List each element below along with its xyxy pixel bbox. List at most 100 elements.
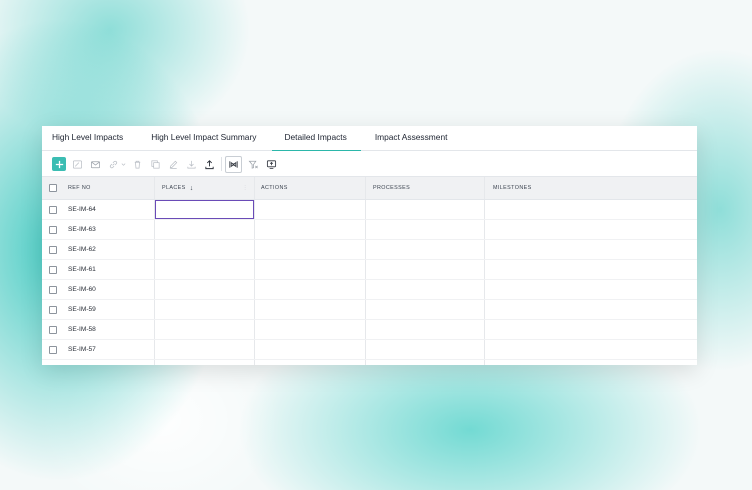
cell-processes[interactable] <box>365 300 484 319</box>
table-row[interactable]: SE-IM-57 <box>42 340 697 360</box>
chevron-down-icon <box>121 162 125 166</box>
cell-processes[interactable] <box>365 320 484 339</box>
row-checkbox[interactable] <box>49 225 57 234</box>
table-row[interactable]: SE-IM-56 <box>42 360 697 365</box>
cell-processes[interactable] <box>365 340 484 359</box>
table-row[interactable]: SE-IM-58 <box>42 320 697 340</box>
tab-impact-assessment[interactable]: Impact Assessment <box>375 126 448 150</box>
cell-ref-no[interactable]: SE-IM-62 <box>64 240 154 259</box>
cell-actions[interactable] <box>254 200 365 219</box>
cell-places[interactable] <box>154 340 254 359</box>
cell-processes[interactable] <box>365 260 484 279</box>
cell-milestones[interactable] <box>484 340 697 359</box>
cell-actions[interactable] <box>254 240 365 259</box>
table-row[interactable]: SE-IM-60 <box>42 280 697 300</box>
cell-ref-no[interactable]: SE-IM-59 <box>64 300 154 319</box>
table-row[interactable]: SE-IM-62 <box>42 240 697 260</box>
selected-cell-outline <box>155 200 254 219</box>
column-header-actions[interactable]: ACTIONS <box>254 177 365 199</box>
cell-ref-no[interactable]: SE-IM-63 <box>64 220 154 239</box>
column-header-places[interactable]: PLACES ↓ ⋮ <box>154 177 254 199</box>
screen-share-button[interactable] <box>264 157 278 171</box>
cell-processes[interactable] <box>365 360 484 365</box>
cell-places[interactable] <box>154 320 254 339</box>
row-checkbox[interactable] <box>49 325 57 334</box>
cell-actions[interactable] <box>254 280 365 299</box>
row-checkbox[interactable] <box>49 285 57 294</box>
pencil-icon <box>169 160 177 169</box>
impacts-table: REF NO PLACES ↓ ⋮ ACTIONS PROCESSES MILE… <box>42 176 697 365</box>
column-menu-icon[interactable]: ⋮ <box>243 185 248 191</box>
cell-places[interactable] <box>154 280 254 299</box>
cell-ref-no[interactable]: SE-IM-60 <box>64 280 154 299</box>
cell-ref-no[interactable]: SE-IM-57 <box>64 340 154 359</box>
cell-ref-no[interactable]: SE-IM-61 <box>64 260 154 279</box>
tab-high-level-impacts[interactable]: High Level Impacts <box>52 126 123 150</box>
filter-clear-icon <box>248 160 258 169</box>
column-pin-button[interactable] <box>225 155 242 173</box>
row-checkbox[interactable] <box>49 245 57 254</box>
link-dropdown[interactable] <box>120 157 126 171</box>
cell-milestones[interactable] <box>484 360 697 365</box>
add-button[interactable] <box>52 157 66 171</box>
cell-actions[interactable] <box>254 260 365 279</box>
column-header-processes[interactable]: PROCESSES <box>365 177 484 199</box>
mail-icon <box>90 160 100 168</box>
cell-places[interactable] <box>154 300 254 319</box>
cell-places[interactable] <box>154 260 254 279</box>
cell-ref-no[interactable]: SE-IM-58 <box>64 320 154 339</box>
delete-button[interactable] <box>130 157 144 171</box>
cell-processes[interactable] <box>365 200 484 219</box>
edit-form-button[interactable] <box>70 157 84 171</box>
row-checkbox[interactable] <box>49 205 57 214</box>
impacts-panel: High Level Impacts High Level Impact Sum… <box>42 126 697 365</box>
cell-actions[interactable] <box>254 220 365 239</box>
column-pin-icon <box>229 160 238 168</box>
cell-milestones[interactable] <box>484 200 697 219</box>
download-button[interactable] <box>184 157 198 171</box>
tab-detailed-impacts[interactable]: Detailed Impacts <box>272 126 362 151</box>
trash-icon <box>134 160 140 169</box>
cell-places[interactable] <box>154 220 254 239</box>
cell-places[interactable] <box>154 200 254 219</box>
cell-milestones[interactable] <box>484 260 697 279</box>
tab-high-level-impact-summary[interactable]: High Level Impact Summary <box>151 126 256 150</box>
cell-places[interactable] <box>154 360 254 365</box>
row-checkbox[interactable] <box>49 305 57 314</box>
clear-filter-button[interactable] <box>246 157 260 171</box>
cell-milestones[interactable] <box>484 280 697 299</box>
column-header-ref-no[interactable]: REF NO <box>64 177 154 199</box>
cell-ref-no[interactable]: SE-IM-56 <box>64 360 154 365</box>
cell-places[interactable] <box>154 240 254 259</box>
column-header-milestones[interactable]: MILESTONES <box>484 177 697 199</box>
table-body: SE-IM-64 SE-IM-63 SE-IM-62 SE-IM-61 SE-IM-60… <box>42 200 697 365</box>
link-button[interactable] <box>106 157 120 171</box>
cell-actions[interactable] <box>254 340 365 359</box>
select-all-checkbox[interactable] <box>49 184 57 192</box>
cell-processes[interactable] <box>365 280 484 299</box>
table-row[interactable]: SE-IM-63 <box>42 220 697 240</box>
table-row[interactable]: SE-IM-61 <box>42 260 697 280</box>
table-row[interactable]: SE-IM-64 <box>42 200 697 220</box>
cell-ref-no[interactable]: SE-IM-64 <box>64 200 154 219</box>
cell-milestones[interactable] <box>484 240 697 259</box>
tab-bar: High Level Impacts High Level Impact Sum… <box>42 126 697 151</box>
edit-form-icon <box>72 159 82 169</box>
copy-button[interactable] <box>148 157 162 171</box>
cell-processes[interactable] <box>365 240 484 259</box>
cell-processes[interactable] <box>365 220 484 239</box>
screen-share-icon <box>266 159 276 169</box>
table-row[interactable]: SE-IM-59 <box>42 300 697 320</box>
upload-button[interactable] <box>202 157 216 171</box>
row-checkbox[interactable] <box>49 265 57 274</box>
cell-milestones[interactable] <box>484 220 697 239</box>
cell-actions[interactable] <box>254 300 365 319</box>
cell-milestones[interactable] <box>484 300 697 319</box>
toolbar-divider <box>221 157 222 171</box>
edit-button[interactable] <box>166 157 180 171</box>
cell-actions[interactable] <box>254 360 365 365</box>
cell-milestones[interactable] <box>484 320 697 339</box>
row-checkbox[interactable] <box>49 345 57 354</box>
email-button[interactable] <box>88 157 102 171</box>
cell-actions[interactable] <box>254 320 365 339</box>
